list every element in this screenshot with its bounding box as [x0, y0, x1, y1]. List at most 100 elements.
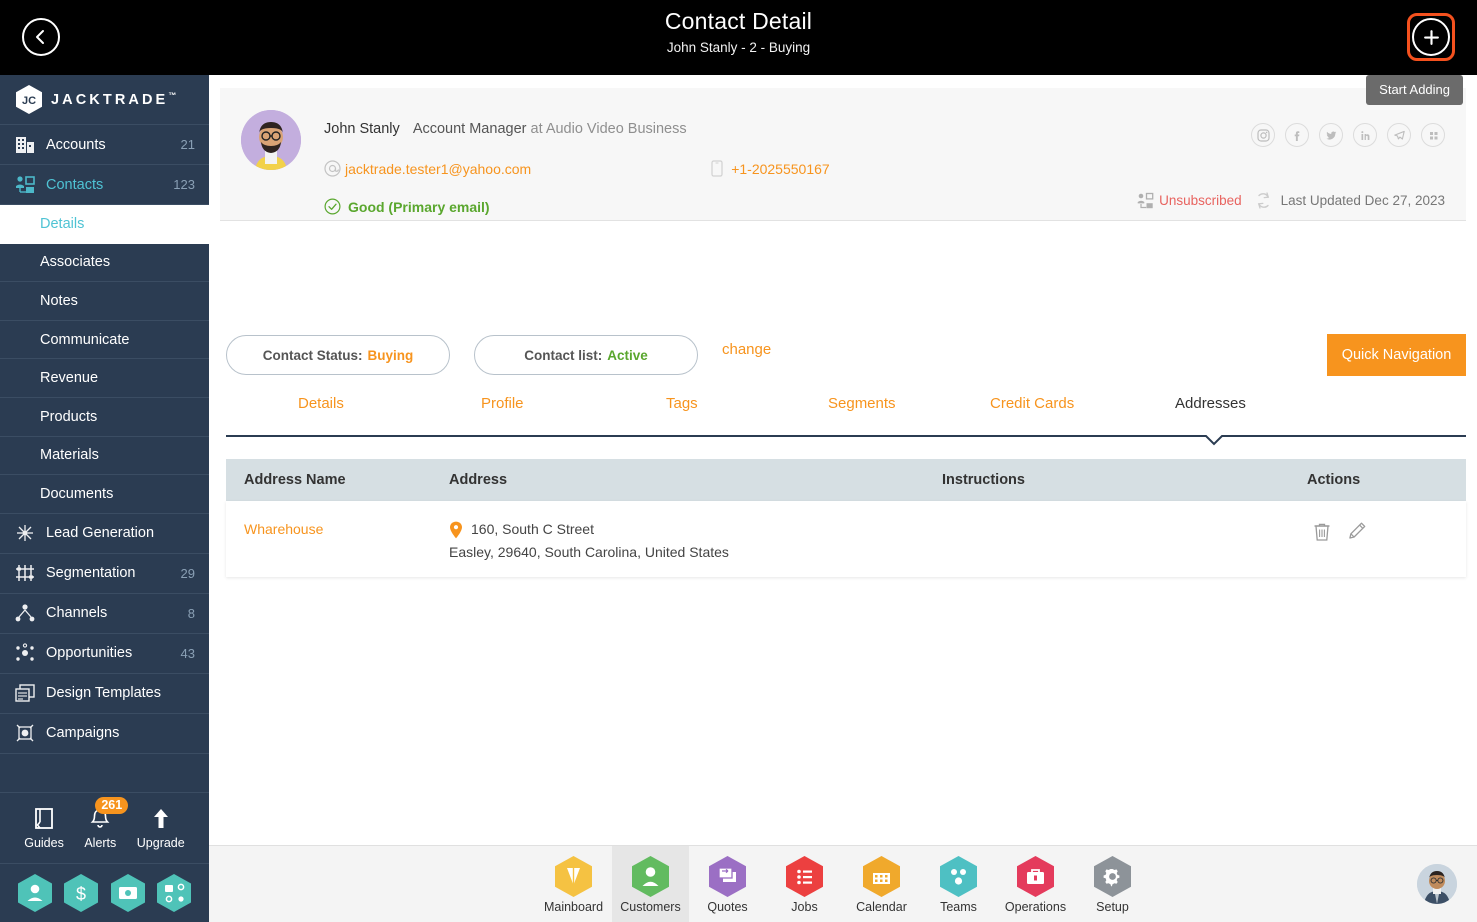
- setup-hex-icon: [1094, 855, 1131, 897]
- bottom-nav-jobs[interactable]: Jobs: [766, 846, 843, 922]
- tab-tags[interactable]: Tags: [666, 395, 698, 412]
- sidebar-item-lead-generation[interactable]: Lead Generation: [0, 514, 209, 554]
- email-status-text: Good (Primary email): [348, 198, 490, 215]
- bottom-nav-calendar[interactable]: Calendar: [843, 846, 920, 922]
- sidebar-subitem-notes[interactable]: Notes: [0, 282, 209, 321]
- contact-list-label: Contact list:: [524, 347, 603, 363]
- sidebar-subitem-documents[interactable]: Documents: [0, 475, 209, 514]
- bottom-nav-operations[interactable]: Operations: [997, 846, 1074, 922]
- contact-identity-line: John Stanly Account Manager at Audio Vid…: [324, 121, 687, 137]
- table-header-row: Address Name Address Instructions Action…: [226, 459, 1466, 501]
- sidebar-subitem-materials[interactable]: Materials: [0, 437, 209, 476]
- sidebar-item-opportunities[interactable]: Opportunities 43: [0, 634, 209, 674]
- app-root: Contact Detail John Stanly - 2 - Buying …: [0, 0, 1477, 922]
- contact-email[interactable]: jacktrade.tester1@yahoo.com: [345, 161, 531, 177]
- guides-button[interactable]: Guides: [24, 807, 64, 850]
- tab-addresses[interactable]: Addresses: [1175, 395, 1246, 412]
- sidebar-subitem-revenue[interactable]: Revenue: [0, 359, 209, 398]
- sidebar-subitem-associates[interactable]: Associates: [0, 244, 209, 283]
- teams-hex-icon: [940, 855, 977, 897]
- column-header-actions: Actions: [1307, 472, 1361, 488]
- sidebar-subitem-revenue-label: Revenue: [40, 370, 99, 387]
- quotes-hex-icon: [709, 855, 746, 897]
- cell-actions: [1307, 521, 1466, 545]
- user-avatar-image: [1417, 864, 1457, 904]
- column-header-instructions: Instructions: [942, 472, 1025, 488]
- sidebar-item-accounts[interactable]: Accounts 21: [0, 125, 209, 165]
- user-avatar[interactable]: [1417, 864, 1457, 904]
- bottom-nav-setup-label: Setup: [1096, 899, 1129, 914]
- person-hex-icon[interactable]: [18, 874, 53, 912]
- row-actions: [1307, 521, 1466, 545]
- telegram-link[interactable]: [1387, 123, 1411, 147]
- sidebar-item-channels[interactable]: Channels 8: [0, 594, 209, 634]
- facebook-link[interactable]: [1285, 123, 1309, 147]
- sidebar-subitem-communicate[interactable]: Communicate: [0, 321, 209, 360]
- dollar-hex-icon[interactable]: $: [64, 874, 99, 912]
- twitter-icon: [1325, 130, 1336, 140]
- plus-icon: [1423, 29, 1439, 45]
- add-button-highlight: [1407, 13, 1455, 61]
- quick-navigation-button[interactable]: Quick Navigation: [1327, 334, 1466, 376]
- alerts-button[interactable]: 261 Alerts: [84, 796, 129, 850]
- opportunities-icon: [16, 643, 34, 661]
- twitter-link[interactable]: [1319, 123, 1343, 147]
- sidebar-subitem-notes-label: Notes: [40, 292, 78, 309]
- sidebar-item-segmentation[interactable]: Segmentation 29: [0, 554, 209, 594]
- instagram-link[interactable]: [1251, 123, 1275, 147]
- brand-logo-area[interactable]: JC JACKTRADE™: [0, 75, 209, 125]
- sidebar-item-contacts[interactable]: Contacts 123: [0, 165, 209, 205]
- trash-icon: [1314, 523, 1330, 541]
- tab-credit-cards[interactable]: Credit Cards: [990, 395, 1074, 412]
- address-name-link[interactable]: Wharehouse: [244, 521, 323, 537]
- contact-phone[interactable]: +1-2025550167: [731, 161, 830, 177]
- add-button[interactable]: [1412, 18, 1450, 56]
- change-link[interactable]: change: [722, 341, 771, 358]
- sidebar-item-campaigns-label: Campaigns: [46, 725, 120, 742]
- bottom-nav-mainboard[interactable]: Mainboard: [535, 846, 612, 922]
- guides-label: Guides: [24, 835, 64, 850]
- sidebar-subitem-details-label: Details: [40, 216, 85, 233]
- delete-address-button[interactable]: [1312, 521, 1332, 545]
- workflow-hex-icon[interactable]: [156, 874, 191, 912]
- jacktrade-hex-logo-icon: JC: [16, 85, 42, 114]
- edit-address-button[interactable]: [1347, 521, 1367, 545]
- top-bar: Contact Detail John Stanly - 2 - Buying …: [0, 0, 1477, 105]
- sidebar-item-accounts-count: 21: [180, 137, 195, 152]
- contact-list-value: Active: [607, 347, 648, 363]
- alerts-label: Alerts: [84, 835, 117, 850]
- sidebar-item-campaigns[interactable]: Campaigns: [0, 714, 209, 754]
- instagram-icon: [1256, 128, 1270, 142]
- start-adding-tooltip: Start Adding: [1366, 75, 1463, 105]
- contact-status-pill[interactable]: Contact Status: Buying: [226, 335, 450, 375]
- contact-avatar-image: [241, 110, 301, 170]
- sidebar-subitem-associates-label: Associates: [40, 254, 111, 271]
- operations-hex-icon: [1017, 855, 1054, 897]
- bottom-nav-setup[interactable]: Setup: [1074, 846, 1151, 922]
- sidebar-subitem-details[interactable]: Details: [0, 205, 209, 244]
- brand-label: JACKTRADE: [51, 91, 169, 108]
- tab-profile[interactable]: Profile: [481, 395, 524, 412]
- bottom-nav-teams[interactable]: Teams: [920, 846, 997, 922]
- sidebar-item-segmentation-label: Segmentation: [46, 565, 136, 582]
- apps-grid-link[interactable]: [1421, 123, 1445, 147]
- sidebar-subitem-products[interactable]: Products: [0, 398, 209, 437]
- sidebar-item-lead-generation-label: Lead Generation: [46, 525, 155, 542]
- subscription-status[interactable]: Unsubscribed: [1159, 193, 1242, 208]
- tab-segments[interactable]: Segments: [828, 395, 896, 412]
- bottom-nav-quotes[interactable]: Quotes: [689, 846, 766, 922]
- bottom-nav-calendar-label: Calendar: [856, 899, 907, 914]
- upgrade-button[interactable]: Upgrade: [137, 807, 185, 850]
- linkedin-link[interactable]: [1353, 123, 1377, 147]
- money-transfer-hex-icon[interactable]: [110, 874, 145, 912]
- contact-list-pill[interactable]: Contact list: Active: [474, 335, 698, 375]
- sidebar: JC JACKTRADE™ Accounts 21 Contacts 123 D…: [0, 75, 209, 922]
- tab-details[interactable]: Details: [298, 395, 344, 412]
- bottom-nav-customers[interactable]: Customers: [612, 846, 689, 922]
- apps-grid-icon: [1429, 131, 1437, 139]
- column-header-address-name: Address Name: [244, 472, 346, 488]
- bottom-bar: Mainboard Customers Quotes Jobs Calendar…: [209, 845, 1477, 922]
- mainboard-hex-icon: [555, 855, 592, 897]
- sidebar-item-design-templates[interactable]: Design Templates: [0, 674, 209, 714]
